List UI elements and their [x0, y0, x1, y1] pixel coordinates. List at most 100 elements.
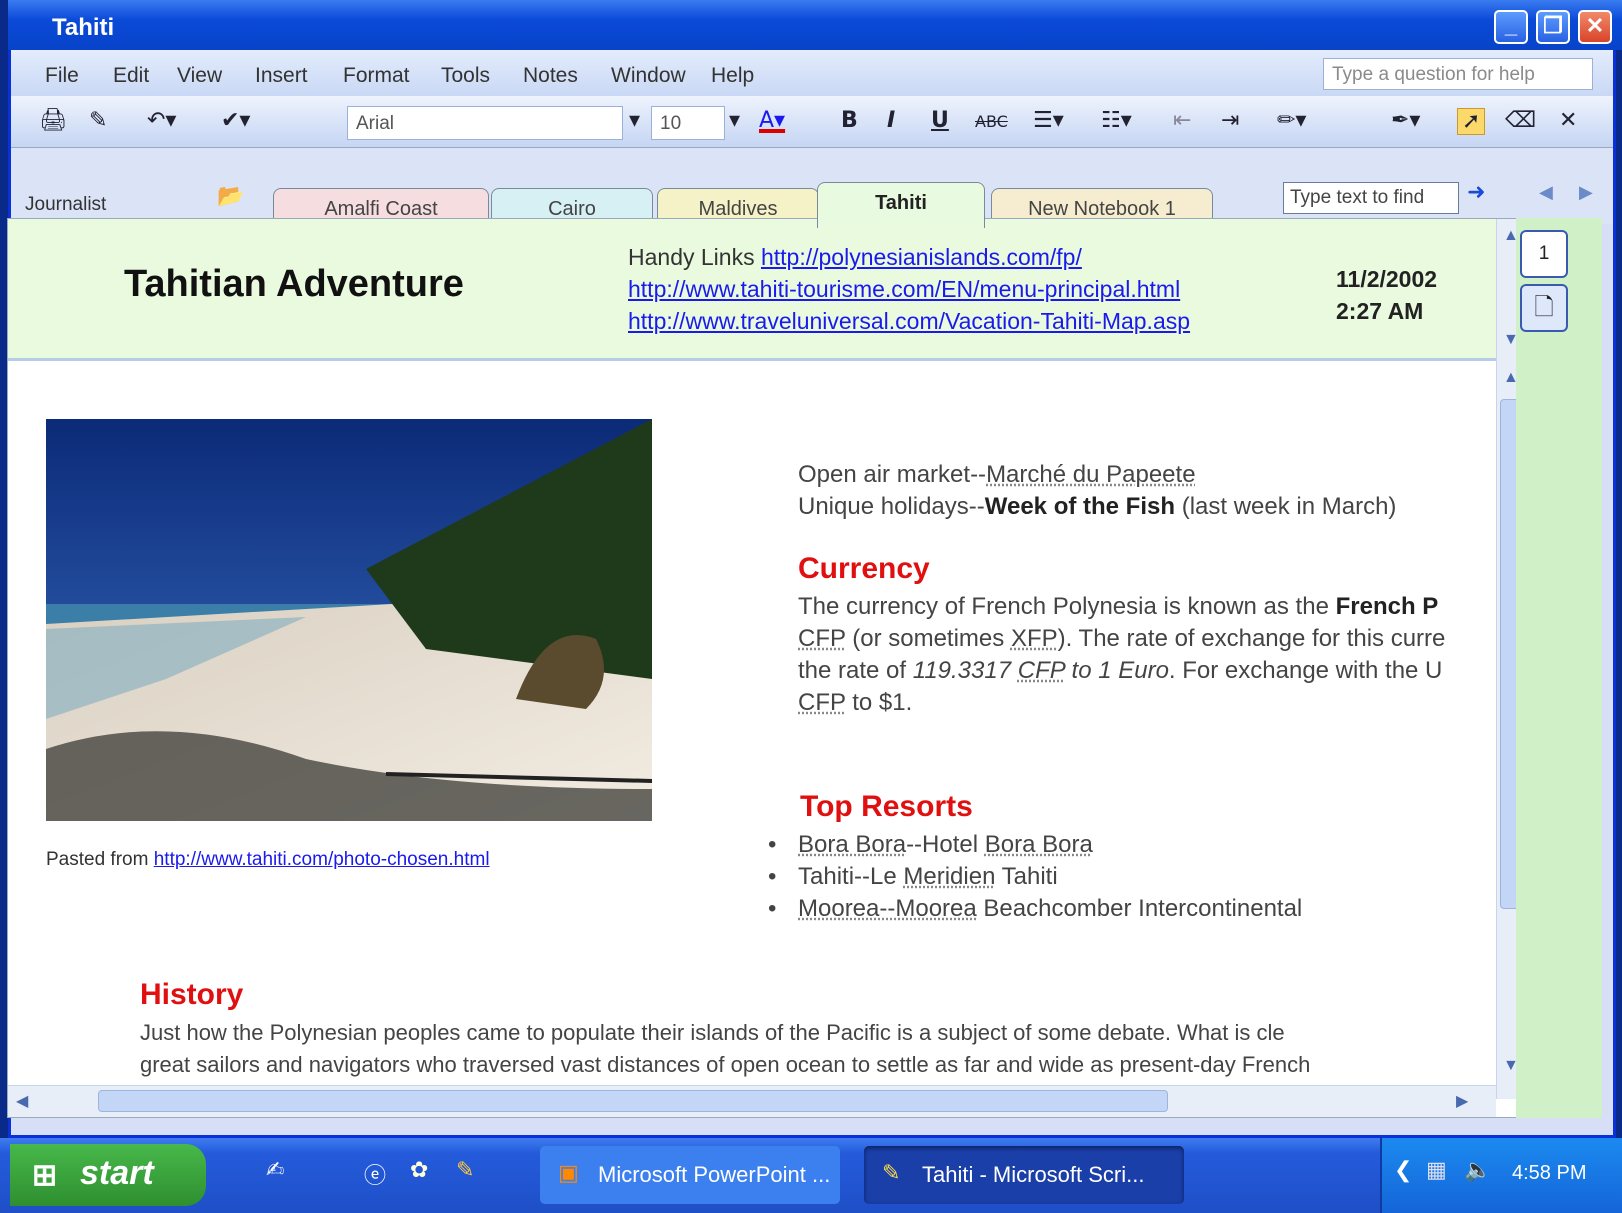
menu-file[interactable]: File: [45, 64, 79, 88]
menu-notes[interactable]: Notes: [523, 64, 578, 88]
network-icon[interactable]: ▦: [1426, 1158, 1447, 1183]
decrease-indent-icon[interactable]: ⇤: [1173, 108, 1191, 133]
market-line[interactable]: Open air market--Marché du Papeete: [798, 459, 1196, 491]
font-size-select[interactable]: 10: [651, 106, 725, 140]
font-color-icon[interactable]: A▾: [759, 108, 785, 133]
numbering-icon[interactable]: ☷▾: [1101, 108, 1132, 133]
strikethrough-icon[interactable]: ABC: [975, 112, 1008, 131]
font-family-select[interactable]: Arial: [347, 106, 623, 140]
font-dropdown-icon[interactable]: ▾: [629, 108, 640, 133]
find-arrow-icon[interactable]: ➜: [1467, 180, 1485, 205]
window-title: Tahiti: [52, 14, 115, 41]
currency-line-4[interactable]: CFP to $1.: [798, 687, 912, 719]
page-title[interactable]: Tahitian Adventure: [124, 263, 464, 306]
pen-tool-icon[interactable]: ✎: [89, 108, 107, 133]
currency-line-1[interactable]: The currency of French Polynesia is know…: [798, 591, 1438, 623]
cfp-abbr: CFP: [798, 689, 846, 716]
cfp-abbr: CFP: [1017, 657, 1065, 684]
notes-quick-icon[interactable]: ✎: [456, 1158, 474, 1183]
taskbar: ⊞ start ✍ ⓔ ✿ ✎ ▣ Microsoft PowerPoint .…: [0, 1138, 1622, 1213]
menu-insert[interactable]: Insert: [255, 64, 308, 88]
currency-text: the rate of: [798, 657, 913, 684]
holiday-line[interactable]: Unique holidays--Week of the Fish (last …: [798, 491, 1396, 523]
print-icon[interactable]: 🖨: [39, 108, 67, 133]
history-line-2[interactable]: great sailors and navigators who travers…: [140, 1049, 1310, 1081]
scroll-left-icon[interactable]: ◀: [16, 1091, 28, 1111]
select-pointer-icon[interactable]: ➚: [1457, 108, 1486, 135]
media-icon[interactable]: ✿: [410, 1158, 428, 1183]
resort-location: Bora Bora: [798, 831, 907, 858]
page-tab-panel: 1 🗋: [1516, 218, 1602, 1118]
currency-line-3[interactable]: the rate of 119.3317 CFP to 1 Euro. For …: [798, 655, 1442, 687]
pen-color-icon[interactable]: ✒▾: [1391, 108, 1420, 133]
tray-expand-icon[interactable]: ❮: [1394, 1158, 1412, 1183]
resort-item[interactable]: Tahiti--Le Meridien Tahiti: [798, 861, 1058, 893]
bold-icon[interactable]: B: [841, 108, 858, 133]
underline-icon[interactable]: U: [931, 108, 949, 133]
close-button[interactable]: ✕: [1578, 10, 1612, 44]
resort-location: Moorea--Moorea: [798, 895, 977, 922]
page-date-time: 11/2/2002 2:27 AM: [1336, 263, 1437, 327]
holiday-value: Week of the Fish: [984, 493, 1176, 520]
increase-indent-icon[interactable]: ⇥: [1221, 108, 1239, 133]
currency-line-2[interactable]: CFP (or sometimes XFP). The rate of exch…: [798, 623, 1445, 655]
history-line-1[interactable]: Just how the Polynesian peoples came to …: [140, 1017, 1285, 1049]
help-search-input[interactable]: Type a question for help: [1323, 58, 1593, 90]
resort-item[interactable]: Moorea--Moorea Beachcomber Intercontinen…: [798, 893, 1302, 925]
size-dropdown-icon[interactable]: ▾: [729, 108, 740, 133]
new-page-icon[interactable]: 🗋: [1520, 284, 1568, 332]
pasted-from-link[interactable]: http://www.tahiti.com/photo-chosen.html: [154, 849, 490, 870]
onenote-icon: ✎: [882, 1160, 901, 1185]
clock[interactable]: 4:58 PM: [1512, 1162, 1586, 1185]
horizontal-scroll-thumb[interactable]: [98, 1090, 1168, 1112]
currency-text: to $1.: [845, 689, 913, 716]
eraser-icon[interactable]: ⌫: [1505, 108, 1536, 133]
menu-view[interactable]: View: [177, 64, 222, 88]
resort-text: Tahiti: [995, 863, 1058, 890]
currency-text: (or sometimes: [845, 625, 1011, 652]
maximize-button[interactable]: ❐: [1536, 10, 1570, 44]
menu-help[interactable]: Help: [711, 64, 754, 88]
start-button[interactable]: ⊞ start: [10, 1144, 206, 1206]
bullet-icon: •: [768, 831, 777, 858]
note-page[interactable]: Tahitian Adventure Handy Links http://po…: [7, 218, 1547, 1118]
quick-launch-icon[interactable]: ✍: [266, 1158, 284, 1183]
scroll-right-icon[interactable]: ▶: [1456, 1091, 1468, 1111]
minimize-button[interactable]: _: [1494, 10, 1528, 44]
highlighter-icon[interactable]: ✏▾: [1277, 108, 1306, 133]
link-traveluniversal[interactable]: http://www.traveluniversal.com/Vacation-…: [628, 308, 1190, 334]
horizontal-scrollbar[interactable]: ◀ ▶: [8, 1085, 1496, 1117]
currency-heading[interactable]: Currency: [798, 553, 930, 585]
menu-tools[interactable]: Tools: [441, 64, 490, 88]
ie-icon[interactable]: ⓔ: [364, 1158, 386, 1190]
history-heading[interactable]: History: [140, 979, 243, 1011]
page-number-tab[interactable]: 1: [1520, 230, 1568, 278]
menu-format[interactable]: Format: [343, 64, 410, 88]
beach-photo[interactable]: [46, 419, 652, 821]
find-text-input[interactable]: Type text to find: [1283, 182, 1459, 214]
volume-icon[interactable]: 🔈: [1464, 1158, 1491, 1183]
link-polynesianislands[interactable]: http://polynesianislands.com/fp/: [761, 244, 1082, 270]
italic-icon[interactable]: I: [887, 108, 895, 133]
resort-item[interactable]: Bora Bora--Hotel Bora Bora: [798, 829, 1093, 861]
menu-window[interactable]: Window: [611, 64, 686, 88]
bullets-icon[interactable]: ☰▾: [1033, 108, 1064, 133]
menu-edit[interactable]: Edit: [113, 64, 149, 88]
note-flag-icon[interactable]: ✔▾: [221, 108, 250, 133]
market-value: Marché du Papeete: [986, 461, 1196, 488]
system-tray: ❮ ▦ 🔈 4:58 PM: [1380, 1138, 1622, 1213]
folder-up-icon[interactable]: 📂: [217, 184, 244, 209]
delete-icon[interactable]: ✕: [1559, 108, 1577, 133]
taskbar-item-tahiti[interactable]: ✎ Tahiti - Microsoft Scri...: [864, 1146, 1184, 1204]
tab-tahiti[interactable]: Tahiti: [817, 182, 985, 228]
windows-logo-icon: ⊞: [32, 1159, 58, 1192]
taskbar-item-powerpoint[interactable]: ▣ Microsoft PowerPoint ...: [540, 1146, 840, 1204]
link-tahiti-tourisme[interactable]: http://www.tahiti-tourisme.com/EN/menu-p…: [628, 276, 1180, 302]
scroll-tabs-left-icon[interactable]: ◀: [1539, 182, 1553, 203]
top-resorts-heading[interactable]: Top Resorts: [800, 791, 973, 823]
resort-text: Beachcomber Intercontinental: [976, 895, 1303, 922]
resort-name: Bora Bora: [984, 831, 1093, 858]
scroll-tabs-right-icon[interactable]: ▶: [1579, 182, 1593, 203]
title-bar[interactable]: Tahiti _ ❐ ✕: [8, 0, 1622, 50]
undo-icon[interactable]: ↶▾: [147, 108, 176, 133]
